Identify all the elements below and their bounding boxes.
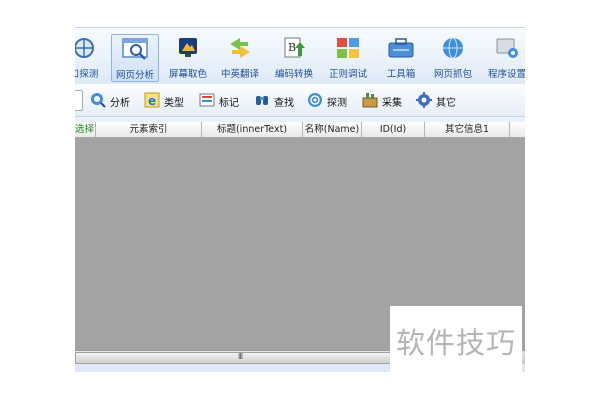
webpage-analysis-icon [122,38,148,60]
column-header-other-info[interactable]: 其它信息1 [425,122,510,137]
toolbar-label: 工具箱 [386,69,416,80]
translate-icon [230,38,250,58]
encoding-convert-icon: B [284,37,305,58]
other-icon [416,92,432,108]
regex-debug-icon [337,38,359,58]
watermark: 软件技巧 [390,306,522,372]
column-header-name[interactable]: 名称(Name) [303,122,362,137]
analyze-label: 分析 [110,98,130,109]
mark-label: 标记 [219,98,239,109]
other-label: 其它 [436,98,456,109]
collect-icon [362,93,378,108]
toolbar-settings-button[interactable]: 程序设置 [485,34,525,80]
toolbox-icon [388,38,414,58]
watermark-text: 软件技巧 [396,326,517,360]
other-button[interactable]: 其它 [416,92,458,110]
secondary-toolbar: 分析 e 类型 标记 查找 探测 采集 其它 [75,84,525,117]
scrollbar-grip: III [238,352,243,361]
combo-box-edge[interactable] [75,90,83,111]
toolbar-encoding-button[interactable]: B 编码转换 [273,34,315,80]
mark-button[interactable]: 标记 [199,92,241,110]
toolbar-label: 中英翻译 [220,69,259,80]
svg-text:B: B [288,41,296,54]
toolbar-packet-capture-button[interactable]: 网页抓包 [431,34,475,80]
toolbar-translate-button[interactable]: 中英翻译 [219,34,261,80]
toolbar-label: 屏幕取色 [168,69,207,80]
toolbar-label: 程序设置 [487,69,525,80]
column-header-title[interactable]: 标题(innerText) [202,122,303,137]
type-icon: e [144,92,160,108]
collect-label: 采集 [382,98,402,109]
find-button[interactable]: 查找 [254,92,296,110]
find-label: 查找 [274,98,294,109]
collect-button[interactable]: 采集 [362,92,404,110]
analyze-icon [91,93,106,108]
toolbar-label: 网页分析 [115,70,154,81]
grid-header: 选择 元素索引 标题(innerText) 名称(Name) ID(Id) 其它… [75,122,525,138]
window-probe-icon [75,38,94,58]
toolbar-label: 编码转换 [274,69,313,80]
find-icon [256,96,268,105]
probe-icon [308,93,322,107]
screen-color-picker-icon [179,38,197,57]
main-toolbar: 口探测 网页分析 屏幕取色 [75,27,525,85]
analyze-button[interactable]: 分析 [90,92,132,110]
packet-capture-icon [443,37,463,59]
toolbar-window-probe-button[interactable]: 口探测 [75,34,101,80]
column-header-id[interactable]: ID(Id) [362,122,425,137]
toolbar-label: 正则调试 [328,69,367,80]
mark-icon [199,93,215,107]
svg-text:e: e [148,94,156,108]
toolbar-label: 口探测 [75,69,99,80]
column-header-select[interactable]: 选择 [75,122,96,137]
toolbar-regex-button[interactable]: 正则调试 [327,34,369,80]
toolbar-screen-color-button[interactable]: 屏幕取色 [167,34,209,80]
toolbar-toolbox-button[interactable]: 工具箱 [381,34,421,80]
type-button[interactable]: e 类型 [144,92,186,110]
probe-button[interactable]: 探测 [307,92,349,110]
settings-icon [496,38,518,58]
toolbar-label: 网页抓包 [433,69,472,80]
column-header-element-index[interactable]: 元素索引 [96,122,202,137]
type-label: 类型 [164,98,184,109]
toolbar-webpage-analysis-button[interactable]: 网页分析 [111,34,159,82]
probe-label: 探测 [327,98,347,109]
